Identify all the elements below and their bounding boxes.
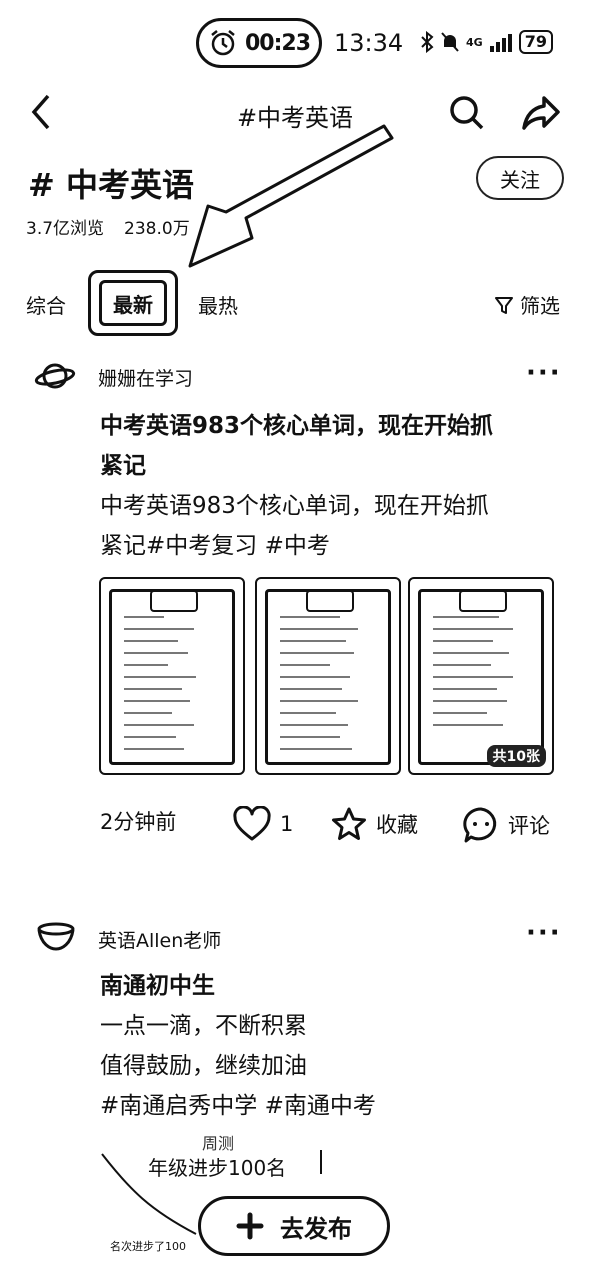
like-button[interactable]: 1 — [232, 806, 293, 842]
clip-top — [459, 590, 507, 612]
clipboard-image — [418, 589, 544, 765]
image-count-badge: 共10张 — [486, 745, 546, 767]
tab-latest[interactable]: 最新 — [99, 280, 167, 326]
post1-body-line: 中考英语983个核心单词，现在开始抓 — [100, 493, 489, 519]
post2-body-line: 值得鼓励，继续加油 — [100, 1053, 307, 1079]
clipboard-image — [265, 589, 391, 765]
post2-body[interactable]: 一点一滴，不断积累 值得鼓励，继续加油 #南通启秀中学 #南通中考 — [100, 1006, 550, 1126]
tab-overall[interactable]: 综合 — [26, 290, 66, 319]
post1-author[interactable]: 姗姗在学习 — [98, 364, 193, 391]
tab-latest-highlight[interactable]: 最新 — [88, 270, 178, 336]
like-count: 1 — [280, 812, 294, 836]
post1-image-3[interactable]: 共10张 — [408, 577, 554, 775]
plus-icon — [236, 1212, 264, 1240]
filter-label: 筛选 — [520, 294, 560, 318]
post1-title-line: 中考英语983个核心单词，现在开始抓 — [100, 413, 494, 439]
post1-image-1[interactable] — [99, 577, 245, 775]
comment-label: 评论 — [508, 814, 550, 838]
publish-button[interactable]: 去发布 — [198, 1196, 390, 1256]
planet-avatar-icon[interactable] — [34, 360, 76, 392]
publish-label: 去发布 — [280, 1214, 352, 1243]
hand-drawn-arrow — [101, 1153, 197, 1235]
post1-body[interactable]: 中考英语983个核心单词，现在开始抓 紧记#中考复习 #中考 — [100, 486, 550, 566]
image-mark — [320, 1150, 322, 1174]
post1-image-2[interactable] — [255, 577, 401, 775]
clip-top — [150, 590, 198, 612]
post2-body-line: 一点一滴，不断积累 — [100, 1013, 307, 1039]
comment-button[interactable]: 评论 — [462, 806, 550, 844]
post1-title[interactable]: 中考英语983个核心单词，现在开始抓 紧记 — [100, 406, 550, 486]
bowl-avatar-icon[interactable] — [36, 920, 76, 952]
post2-title[interactable]: 南通初中生 — [100, 966, 550, 1006]
image-text: 名次进步了100 — [110, 1240, 186, 1253]
post2-more-icon[interactable]: ··· — [526, 918, 562, 948]
clip-top — [306, 590, 354, 612]
comment-bubble-icon — [463, 807, 497, 843]
post1-body-line: 紧记#中考复习 #中考 — [100, 533, 330, 559]
clipboard-image — [109, 589, 235, 765]
post1-time: 2分钟前 — [100, 810, 177, 834]
post1-more-icon[interactable]: ··· — [526, 358, 562, 388]
tab-hottest[interactable]: 最热 — [198, 290, 238, 319]
post1-title-line: 紧记 — [100, 453, 146, 479]
post2-body-line: #南通启秀中学 #南通中考 — [100, 1093, 376, 1119]
collect-label: 收藏 — [376, 813, 418, 837]
filter-button[interactable]: 筛选 — [494, 290, 560, 319]
filter-icon — [495, 296, 513, 314]
heart-icon — [233, 806, 271, 841]
collect-button[interactable]: 收藏 — [330, 806, 418, 842]
post2-author[interactable]: 英语Allen老师 — [98, 926, 221, 953]
star-icon — [332, 807, 366, 840]
image-text: 周测 — [202, 1134, 235, 1153]
